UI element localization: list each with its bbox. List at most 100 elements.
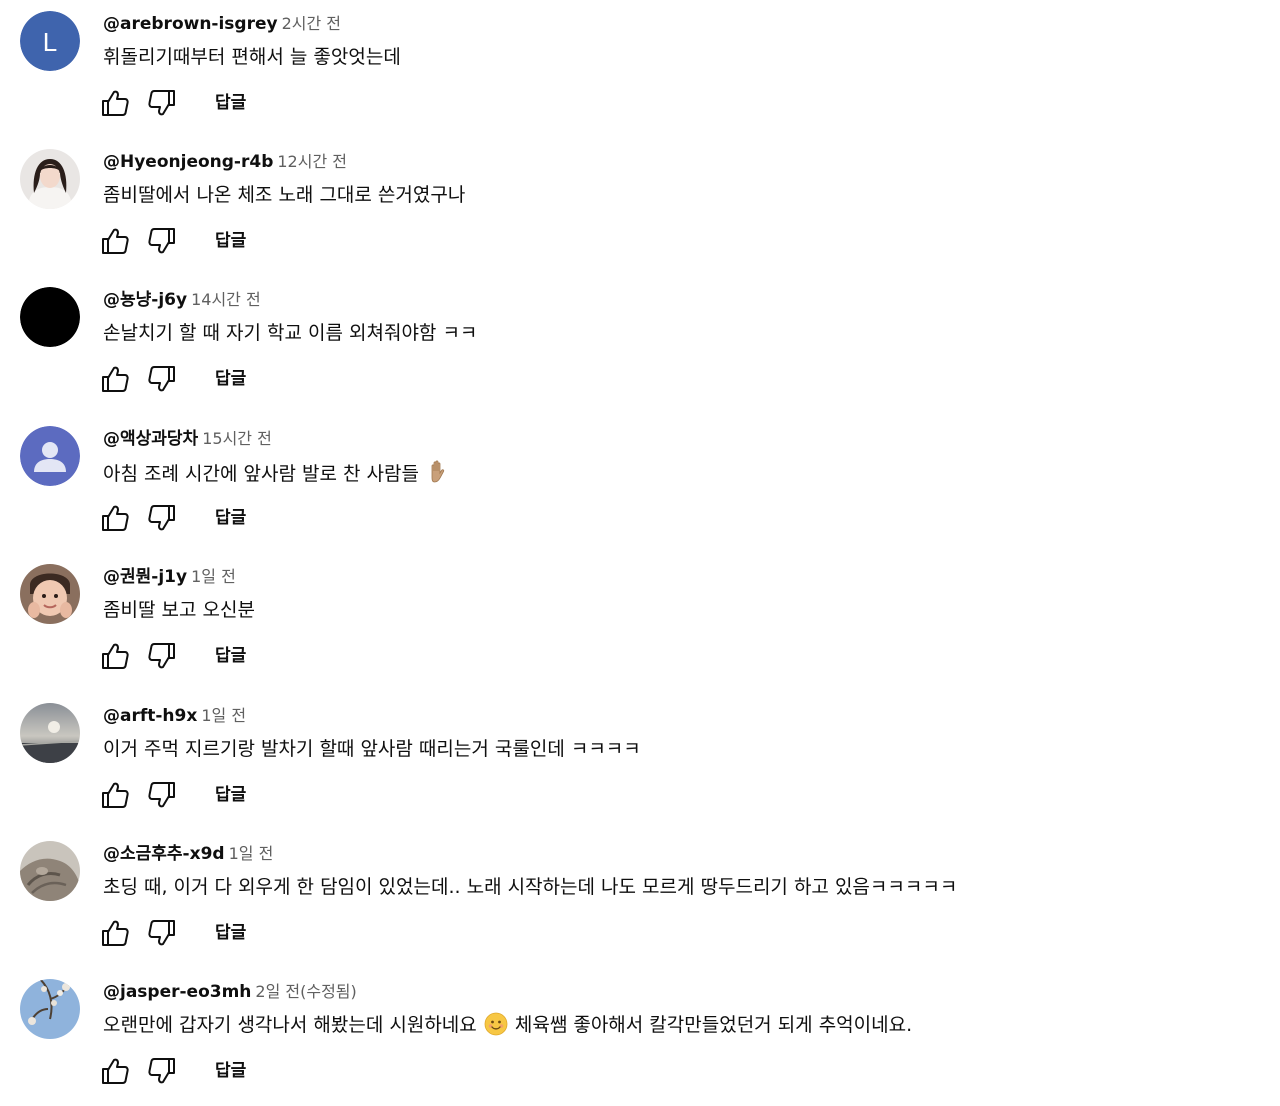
avatar[interactable]: L [20,11,80,71]
reply-button[interactable]: 답글 [215,1059,246,1083]
comment-header: @arebrown-isgrey 2시간 전 [103,13,341,35]
reply-button[interactable]: 답글 [215,644,246,668]
dislike-button[interactable] [146,779,178,811]
comment-time[interactable]: 15시간 전 [202,429,272,448]
reply-button[interactable]: 답글 [215,783,246,807]
comment-item: @Hyeonjeong-r4b 12시간 전 좀비딸에서 나온 체조 노래 그대로… [0,138,1280,276]
comment-text: 이거 주먹 지르기랑 발차기 할때 앞사람 때리는거 국룰인데 ㅋㅋㅋㅋ [103,736,641,762]
avatar[interactable] [20,841,80,901]
reply-button[interactable]: 답글 [215,229,246,253]
comment-text-content: 좀비딸에서 나온 체조 노래 그대로 쓴거였구나 [103,184,466,206]
like-button[interactable] [99,363,131,395]
reply-button[interactable]: 답글 [215,506,246,530]
dislike-button[interactable] [146,363,178,395]
thumbs-down-icon [148,782,175,808]
comment-text-content: 손날치기 할 때 자기 학교 이름 외쳐줘야함 ㅋㅋ [103,322,478,344]
comment-item: @권뭔-j1y 1일 전 좀비딸 보고 오신분 답글 [0,553,1280,691]
cat-photo-avatar-icon [20,841,80,901]
comment-time[interactable]: 2일 전(수정됨) [255,982,356,1001]
author-name[interactable]: @액상과당차 [103,429,198,449]
comment-item: @arft-h9x 1일 전 이거 주먹 지르기랑 발차기 할때 앞사람 때리는거… [0,692,1280,830]
comment-text: 손날치기 할 때 자기 학교 이름 외쳐줘야함 ㅋㅋ [103,320,477,346]
reply-button[interactable]: 답글 [215,921,246,945]
thumbs-up-icon [102,782,129,808]
comment-text-content: 초딩 때, 이거 다 외우게 한 담임이 있었는데.. 노래 시작하는데 나도 … [103,876,958,898]
comment-text: 휘돌리기때부터 편해서 늘 좋앗엇는데 [103,44,401,70]
comment-text-content: 좀비딸 보고 오신분 [103,599,255,621]
dislike-button[interactable] [146,87,178,119]
thumbs-up-icon [102,920,129,946]
comment-header: @Hyeonjeong-r4b 12시간 전 [103,151,347,173]
comment-text: 좀비딸에서 나온 체조 노래 그대로 쓴거였구나 [103,182,465,208]
comment-time[interactable]: 2시간 전 [282,14,341,33]
like-button[interactable] [99,1055,131,1087]
dislike-button[interactable] [146,640,178,672]
comment-item: @뇽냥-j6y 14시간 전 손날치기 할 때 자기 학교 이름 외쳐줘야함 ㅋㅋ… [0,276,1280,414]
thumbs-up-icon [102,90,129,116]
thumbs-up-icon [102,366,129,392]
comment-text-continued: 체육쌤 좋아해서 칼각만들었던거 되게 추억이네요. [514,1014,913,1036]
avatar[interactable] [20,287,80,347]
solid-black-avatar-icon [20,287,80,347]
avatar[interactable] [20,564,80,624]
comment-text-content: 오랜만에 갑자기 생각나서 해봤는데 시원하네요 [103,1014,477,1036]
author-name[interactable]: @소금후추-x9d [103,844,225,864]
comment-item: @jasper-eo3mh 2일 전(수정됨) 오랜만에 갑자기 생각나서 해봤는… [0,968,1280,1106]
thumbs-down-icon [148,920,175,946]
comment-time[interactable]: 1일 전 [229,844,274,863]
like-button[interactable] [99,502,131,534]
thumbs-down-icon [148,366,175,392]
thumbs-down-icon [148,1058,175,1084]
avatar[interactable] [20,703,80,763]
author-name[interactable]: @arebrown-isgrey [103,14,278,34]
comment-header: @권뭔-j1y 1일 전 [103,566,236,588]
reply-button[interactable]: 답글 [215,367,246,391]
comment-item: @액상과당차 15시간 전 아침 조례 시간에 앞사람 발로 찬 사람들 답글 [0,415,1280,553]
avatar[interactable] [20,979,80,1039]
thumbs-up-icon [102,643,129,669]
like-button[interactable] [99,779,131,811]
comment-header: @jasper-eo3mh 2일 전(수정됨) [103,981,357,1003]
comment-text: 초딩 때, 이거 다 외우게 한 담임이 있었는데.. 노래 시작하는데 나도 … [103,874,957,900]
dislike-button[interactable] [146,917,178,949]
dislike-button[interactable] [146,225,178,257]
default-person-avatar-icon [20,426,80,486]
comment-text-content: 아침 조례 시간에 앞사람 발로 찬 사람들 [103,463,419,485]
comment-text: 아침 조례 시간에 앞사람 발로 찬 사람들 [103,459,451,492]
thumbs-down-icon [148,643,175,669]
comment-time[interactable]: 1일 전 [191,567,236,586]
comment-time[interactable]: 14시간 전 [191,290,261,309]
comment-time[interactable]: 12시간 전 [277,152,347,171]
sunset-landscape-avatar-icon [20,703,80,763]
author-name[interactable]: @권뭔-j1y [103,567,187,587]
dislike-button[interactable] [146,502,178,534]
comment-item: L @arebrown-isgrey 2시간 전 휘돌리기때부터 편해서 늘 좋앗… [0,0,1280,138]
raised-hand-emoji-icon [426,459,450,492]
thumbs-up-icon [102,1058,129,1084]
avatar[interactable] [20,426,80,486]
comment-item: @소금후추-x9d 1일 전 초딩 때, 이거 다 외우게 한 담임이 있었는데.… [0,830,1280,968]
comment-time[interactable]: 1일 전 [201,706,246,725]
like-button[interactable] [99,225,131,257]
comment-list: L @arebrown-isgrey 2시간 전 휘돌리기때부터 편해서 늘 좋앗… [0,0,1280,1084]
thumbs-up-icon [102,505,129,531]
comment-header: @소금후추-x9d 1일 전 [103,843,273,865]
like-button[interactable] [99,640,131,672]
dislike-button[interactable] [146,1055,178,1087]
avatar[interactable] [20,149,80,209]
comment-header: @arft-h9x 1일 전 [103,705,246,727]
author-name[interactable]: @뇽냥-j6y [103,290,187,310]
blossom-sky-avatar-icon [20,979,80,1039]
comment-text-content: 휘돌리기때부터 편해서 늘 좋앗엇는데 [103,46,401,68]
author-name[interactable]: @Hyeonjeong-r4b [103,152,273,172]
letter-avatar-icon: L [20,11,80,71]
comment-text-content: 이거 주먹 지르기랑 발차기 할때 앞사람 때리는거 국룰인데 ㅋㅋㅋㅋ [103,738,641,760]
like-button[interactable] [99,917,131,949]
reply-button[interactable]: 답글 [215,91,246,115]
like-button[interactable] [99,87,131,119]
thumbs-down-icon [148,228,175,254]
author-name[interactable]: @jasper-eo3mh [103,982,251,1002]
author-name[interactable]: @arft-h9x [103,706,197,726]
comment-text: 좀비딸 보고 오신분 [103,597,255,623]
comment-header: @액상과당차 15시간 전 [103,428,272,450]
